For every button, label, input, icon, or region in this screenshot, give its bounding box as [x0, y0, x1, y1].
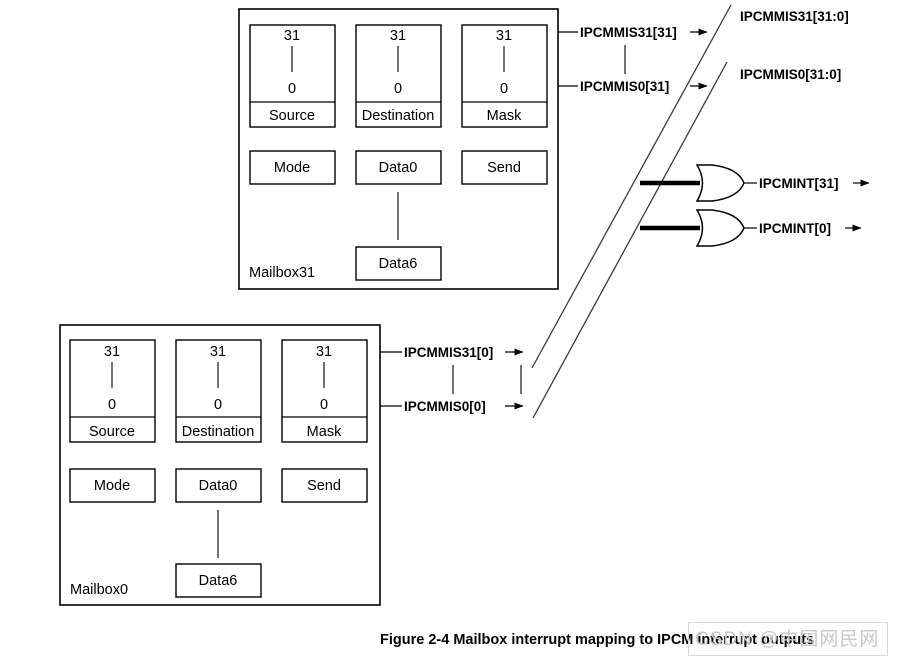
mailbox31-source-label: Source: [269, 108, 315, 124]
mailbox31-register-destination: 31 0 Destination: [355, 24, 442, 128]
mailbox31-name: Mailbox31: [249, 265, 315, 281]
bus-line-ipcmmis0: [532, 61, 728, 419]
mailbox31-register-source: 31 0 Source: [249, 24, 336, 128]
mailbox0-data6-label: Data6: [199, 573, 238, 589]
mailbox0-source-label: Source: [89, 424, 135, 440]
mailbox0-name: Mailbox0: [70, 582, 128, 598]
mailbox0-register-destination: 31 0 Destination: [175, 339, 262, 443]
figure-page: 31 0 Source 31 0 Destination 31 0 Mask M…: [0, 0, 900, 667]
mailbox31-register-mask: 31 0 Mask: [461, 24, 548, 128]
mailbox31-destination-lsb: 0: [394, 81, 402, 97]
mailbox31-source-lsb: 0: [288, 81, 296, 97]
or-gate-1-group: IPCMINT[31]: [640, 164, 870, 202]
or-gate-1: [695, 164, 745, 202]
mailbox31-mask-msb: 31: [496, 28, 512, 44]
mailbox31-data6-label: Data6: [379, 256, 418, 272]
signal-label-ipcmmis0-31: IPCMMIS0[31]: [580, 79, 669, 94]
mailbox31-mask-label: Mask: [487, 108, 522, 124]
mailbox0-group: 31 0 Source 31 0 Destination 31 0 Mask M…: [59, 324, 381, 606]
mailbox0-destination-label: Destination: [182, 424, 255, 440]
mailbox31-group: 31 0 Source 31 0 Destination 31 0 Mask M…: [238, 8, 559, 290]
mailbox0-source-msb: 31: [104, 344, 120, 360]
bus-label-ipcmmis0: IPCMMIS0[31:0]: [740, 67, 841, 82]
mailbox0-register-source: 31 0 Source: [69, 339, 156, 443]
mailbox0-mask-msb: 31: [316, 344, 332, 360]
mailbox31-data0-label: Data0: [379, 160, 418, 176]
mailbox0-mode-label: Mode: [94, 478, 130, 494]
mailbox31-output-signals: IPCMMIS31[31] IPCMMIS0[31]: [558, 25, 708, 94]
signal-label-ipcmint-0: IPCMINT[0]: [759, 221, 831, 236]
or-gate-2-group: IPCMINT[0]: [640, 209, 862, 247]
signal-label-ipcmmis31-31: IPCMMIS31[31]: [580, 25, 677, 40]
bus-line-ipcmmis31: [531, 4, 732, 369]
signal-label-ipcmint-31: IPCMINT[31]: [759, 176, 839, 191]
mailbox31-mode-label: Mode: [274, 160, 310, 176]
mailbox31-destination-label: Destination: [362, 108, 435, 124]
mailbox0-mask-label: Mask: [307, 424, 342, 440]
mailbox31-destination-msb: 31: [390, 28, 406, 44]
mailbox-interrupt-diagram: 31 0 Source 31 0 Destination 31 0 Mask M…: [59, 4, 870, 648]
mailbox0-mask-lsb: 0: [320, 397, 328, 413]
mailbox0-register-mask: 31 0 Mask: [281, 339, 368, 443]
figure-caption: Figure 2-4 Mailbox interrupt mapping to …: [380, 632, 814, 648]
mailbox0-source-lsb: 0: [108, 397, 116, 413]
signal-label-ipcmmis0-0: IPCMMIS0[0]: [404, 399, 486, 414]
mailbox0-output-signals: IPCMMIS31[0] IPCMMIS0[0]: [380, 345, 524, 414]
mailbox31-mask-lsb: 0: [500, 81, 508, 97]
mailbox0-destination-lsb: 0: [214, 397, 222, 413]
mailbox0-destination-msb: 31: [210, 344, 226, 360]
mailbox31-source-msb: 31: [284, 28, 300, 44]
mailbox0-data0-label: Data0: [199, 478, 238, 494]
or-gate-2: [695, 209, 745, 247]
signal-label-ipcmmis31-0: IPCMMIS31[0]: [404, 345, 493, 360]
mailbox31-control-row: Mode Data0 Send: [249, 150, 548, 185]
mailbox0-control-row: Mode Data0 Send: [69, 468, 368, 503]
bus-label-ipcmmis31: IPCMMIS31[31:0]: [740, 9, 849, 24]
mailbox0-send-label: Send: [307, 478, 341, 494]
mailbox31-send-label: Send: [487, 160, 521, 176]
